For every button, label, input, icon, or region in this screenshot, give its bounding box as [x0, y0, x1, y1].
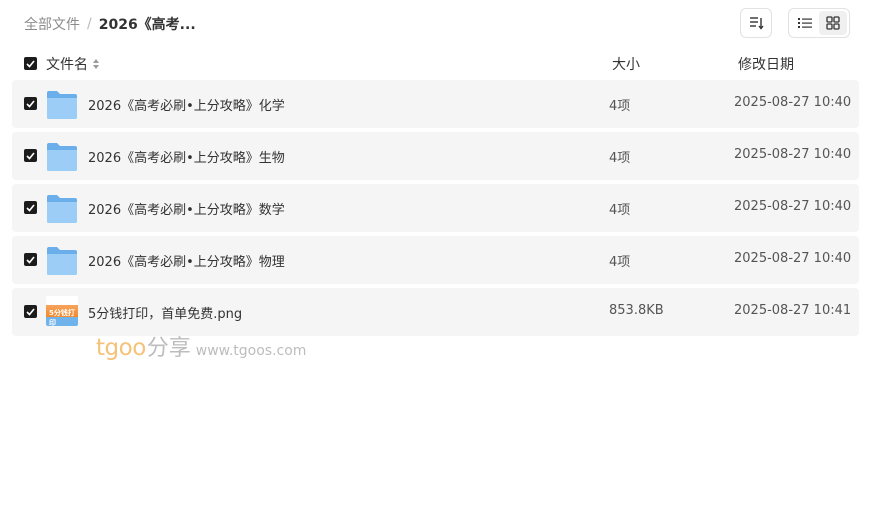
- select-all-checkbox[interactable]: [24, 57, 37, 70]
- list-view-icon: [798, 18, 812, 28]
- file-row[interactable]: 2026《高考必刷•上分攻略》生物 4项 2025-08-27 10:40: [12, 132, 859, 180]
- row-checkbox[interactable]: [24, 97, 37, 110]
- watermark-logo: tgoo: [96, 335, 146, 361]
- file-date: 2025-08-27 10:41: [734, 303, 852, 318]
- size-column-header[interactable]: 大小: [612, 54, 640, 74]
- file-name[interactable]: 2026《高考必刷•上分攻略》化学: [88, 95, 285, 114]
- file-list-header: 文件名 大小 修改日期: [0, 54, 874, 74]
- watermark-cn-text: 分享: [146, 336, 191, 361]
- file-size: 4项: [609, 203, 631, 218]
- file-row[interactable]: 2026《高考必刷•上分攻略》数学 4项 2025-08-27 10:40: [12, 184, 859, 232]
- file-size: 853.8KB: [609, 303, 664, 318]
- check-icon: [26, 151, 35, 160]
- file-row[interactable]: 2026《高考必刷•上分攻略》化学 4项 2025-08-27 10:40: [12, 80, 859, 128]
- row-checkbox[interactable]: [24, 305, 37, 318]
- file-date: 2025-08-27 10:40: [734, 95, 852, 110]
- folder-icon: [47, 143, 77, 171]
- breadcrumb-current: 2026《高考...: [98, 17, 196, 33]
- row-checkbox[interactable]: [24, 201, 37, 214]
- watermark-url: www.tgoos.com: [195, 343, 307, 359]
- check-icon: [26, 59, 35, 68]
- file-name[interactable]: 5分钱打印，首单免费.png: [88, 303, 242, 322]
- folder-icon: [47, 195, 77, 223]
- name-column-header[interactable]: 文件名: [46, 54, 100, 74]
- grid-view-icon: [826, 16, 840, 30]
- file-name[interactable]: 2026《高考必刷•上分攻略》物理: [88, 251, 285, 270]
- folder-icon: [47, 91, 77, 119]
- file-name[interactable]: 2026《高考必刷•上分攻略》生物: [88, 147, 285, 166]
- sort-icon: [750, 17, 764, 30]
- image-thumbnail-text: 5分钱打印: [49, 309, 75, 327]
- file-row[interactable]: 5分钱打印 5分钱打印，首单免费.png 853.8KB 2025-08-27 …: [12, 288, 859, 336]
- grid-view-button[interactable]: [819, 11, 847, 35]
- file-size: 4项: [609, 151, 631, 166]
- name-column-label: 文件名: [46, 57, 88, 73]
- file-date: 2025-08-27 10:40: [734, 147, 852, 162]
- breadcrumb-separator: /: [87, 16, 92, 32]
- file-size: 4项: [609, 99, 631, 114]
- check-icon: [26, 203, 35, 212]
- image-thumbnail-icon: 5分钱打印: [46, 296, 78, 327]
- view-toggle: [788, 8, 850, 38]
- sort-button[interactable]: [740, 8, 772, 38]
- file-date: 2025-08-27 10:40: [734, 199, 852, 214]
- list-view-button[interactable]: [791, 11, 819, 35]
- breadcrumb-root[interactable]: 全部文件: [24, 14, 80, 34]
- check-icon: [26, 99, 35, 108]
- check-icon: [26, 307, 35, 316]
- breadcrumb: 全部文件 / 2026《高考...: [24, 14, 196, 34]
- sort-arrows-icon: [93, 59, 99, 69]
- file-date: 2025-08-27 10:40: [734, 251, 852, 266]
- date-column-header[interactable]: 修改日期: [738, 54, 794, 74]
- row-checkbox[interactable]: [24, 149, 37, 162]
- check-icon: [26, 255, 35, 264]
- file-size: 4项: [609, 255, 631, 270]
- file-row[interactable]: 2026《高考必刷•上分攻略》物理 4项 2025-08-27 10:40: [12, 236, 859, 284]
- file-name[interactable]: 2026《高考必刷•上分攻略》数学: [88, 199, 285, 218]
- watermark: tgoo 分享 www.tgoos.com: [96, 330, 306, 362]
- folder-icon: [47, 247, 77, 275]
- row-checkbox[interactable]: [24, 253, 37, 266]
